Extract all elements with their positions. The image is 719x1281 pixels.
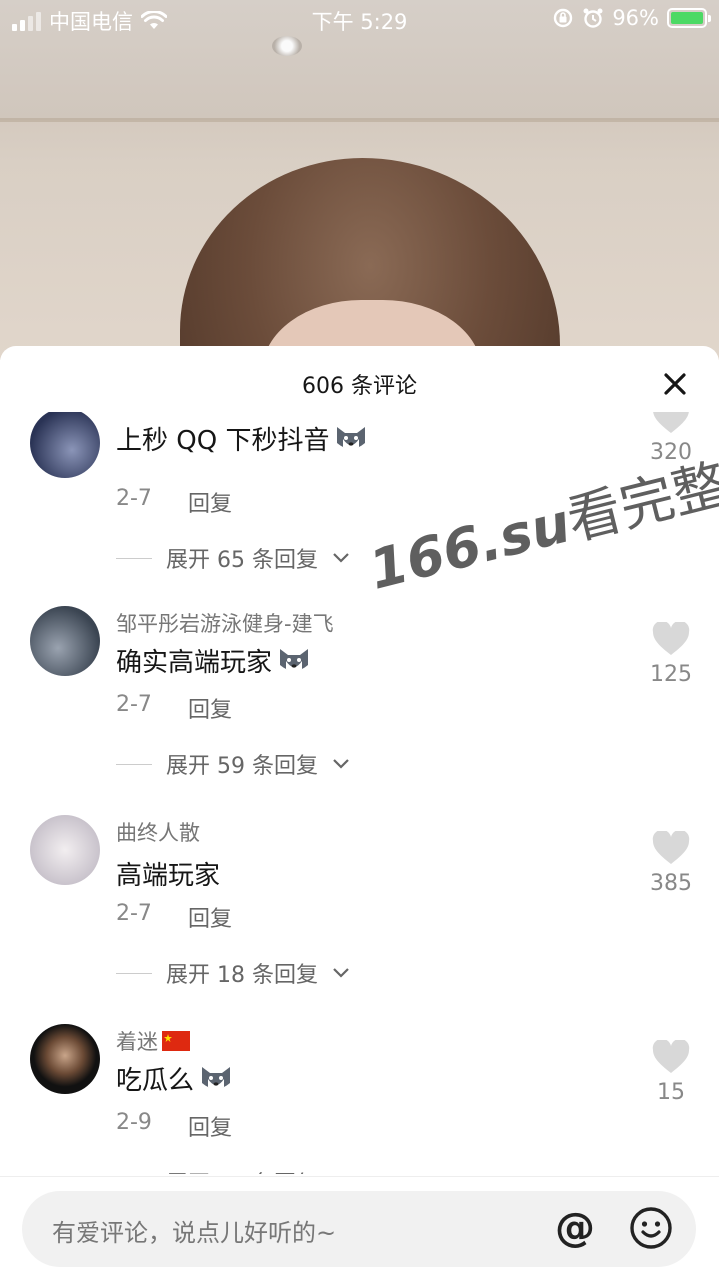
comment-input-field[interactable]: 有爱评论，说点儿好听的~ @	[22, 1191, 696, 1267]
comment-input-placeholder: 有爱评论，说点儿好听的~	[52, 1219, 337, 1247]
close-icon[interactable]	[659, 368, 691, 400]
like-button[interactable]: 125	[649, 620, 693, 687]
reply-button[interactable]: 回复	[188, 901, 232, 933]
avatar[interactable]	[30, 1024, 100, 1094]
like-count: 385	[650, 871, 692, 896]
comment-count-title: 606 条评论	[302, 374, 417, 399]
comment-input-bar: 有爱评论，说点儿好听的~ @	[0, 1176, 719, 1281]
comment-text-content: 确实高端玩家	[116, 648, 273, 678]
heart-icon	[652, 1038, 690, 1073]
divider-dash	[116, 763, 152, 765]
husky-emoji-icon	[337, 426, 366, 450]
chevron-down-icon	[333, 759, 349, 769]
comment-text-content: 吃瓜么	[116, 1066, 195, 1096]
comment-date: 2-9	[116, 1110, 152, 1135]
wall-line	[0, 118, 719, 122]
expand-replies-button[interactable]: 展开 22 条回复	[116, 1166, 350, 1174]
avatar[interactable]	[30, 412, 100, 478]
comment-meta: 2-7 回复	[116, 486, 232, 518]
battery-icon	[667, 8, 711, 28]
divider-dash	[116, 972, 152, 974]
video-background[interactable]	[0, 0, 719, 360]
avatar[interactable]	[30, 815, 100, 885]
comment-username-text: 着迷	[116, 1030, 158, 1054]
like-count: 125	[650, 662, 692, 687]
comment-text-content: 高端玩家	[116, 861, 221, 891]
comment-date: 2-7	[116, 692, 152, 717]
sheet-header: 606 条评论	[0, 346, 719, 422]
expand-replies-button[interactable]: 展开 59 条回复	[116, 748, 350, 780]
battery-percent: 96%	[612, 6, 659, 30]
comment-username[interactable]: 曲终人散	[116, 817, 200, 847]
expand-replies-button[interactable]: 展开 18 条回复	[116, 957, 350, 989]
mention-button[interactable]: @	[552, 1205, 598, 1251]
reply-button[interactable]: 回复	[188, 692, 232, 724]
status-bar: 中国电信 下午 5:29 96%	[0, 0, 719, 40]
reply-button[interactable]: 回复	[188, 486, 232, 518]
comment-text: 吃瓜么	[116, 1060, 234, 1097]
china-flag-icon	[162, 1031, 190, 1051]
avatar[interactable]	[30, 606, 100, 676]
comment-meta: 2-7 回复	[116, 901, 232, 933]
comment-item: 曲终人散 高端玩家 2-7 回复 展开 18 条回复 385	[0, 815, 719, 1015]
expand-replies-label: 展开 18 条回复	[166, 963, 318, 988]
rotation-lock-icon	[554, 8, 573, 28]
expand-replies-button[interactable]: 展开 65 条回复	[116, 542, 350, 574]
like-button[interactable]: 15	[649, 1038, 693, 1105]
status-right: 96%	[552, 6, 711, 30]
expand-replies-label: 展开 59 条回复	[166, 754, 318, 779]
husky-emoji-icon	[202, 1066, 231, 1090]
like-count: 15	[657, 1080, 685, 1105]
comment-username[interactable]: 着迷	[116, 1026, 190, 1056]
like-button[interactable]: 385	[649, 829, 693, 896]
comment-date: 2-7	[116, 901, 152, 926]
reply-button[interactable]: 回复	[188, 1110, 232, 1142]
comment-meta: 2-7 回复	[116, 692, 232, 724]
emoji-icon[interactable]	[628, 1205, 674, 1251]
comment-text: 确实高端玩家	[116, 642, 312, 679]
divider-dash	[116, 557, 152, 559]
expand-replies-label: 展开 65 条回复	[166, 548, 318, 573]
husky-emoji-icon	[280, 648, 309, 672]
chevron-down-icon	[333, 553, 349, 563]
comment-meta: 2-9 回复	[116, 1110, 232, 1142]
comment-text: 高端玩家	[116, 855, 220, 892]
comment-item: 邹平彤岩游泳健身-建飞 确实高端玩家 2-7 回复 展开 59 条回复 125	[0, 606, 719, 806]
comment-item: 着迷 吃瓜么 2-9 回复 展	[0, 1024, 719, 1174]
comment-date: 2-7	[116, 486, 152, 511]
chevron-down-icon	[333, 968, 349, 978]
heart-icon	[652, 829, 690, 864]
expand-replies-label: 展开 22 条回复	[166, 1166, 318, 1174]
comment-text-content: 上秒 QQ 下秒抖音	[116, 426, 330, 456]
comment-username[interactable]: 邹平彤岩游泳健身-建飞	[116, 608, 334, 638]
heart-icon	[653, 412, 689, 433]
comment-text: 上秒 QQ 下秒抖音	[116, 420, 369, 457]
heart-icon	[652, 620, 690, 655]
alarm-icon	[583, 8, 603, 28]
